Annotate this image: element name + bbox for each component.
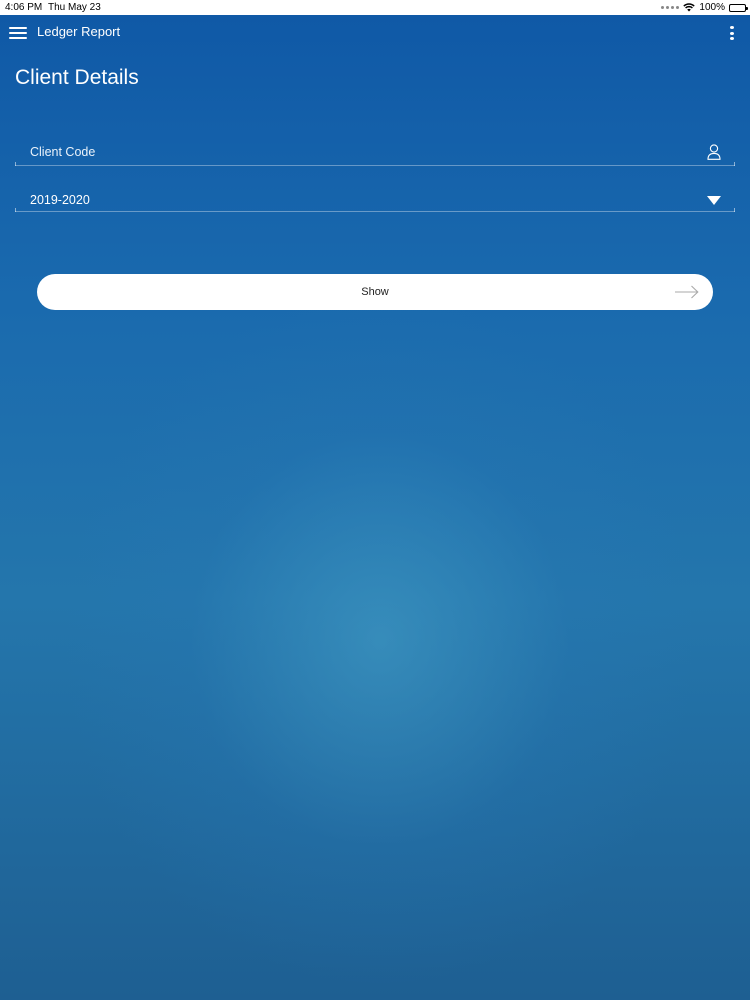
show-button-label: Show [361, 286, 389, 298]
status-bar: 4:06 PM Thu May 23 100% [0, 0, 750, 15]
client-code-field [15, 136, 735, 166]
app-bar: Ledger Report [0, 15, 750, 51]
app-title: Ledger Report [37, 24, 121, 39]
show-button[interactable]: Show [37, 274, 713, 310]
signal-dots-icon [661, 6, 680, 9]
battery-percent: 100% [699, 2, 725, 13]
arrow-right-icon [675, 285, 699, 299]
client-code-input[interactable] [30, 142, 690, 162]
page-title: Client Details [15, 66, 139, 89]
status-time: 4:06 PM [5, 2, 43, 13]
hamburger-menu-icon[interactable] [9, 26, 27, 40]
battery-icon [729, 3, 748, 12]
status-date: Thu May 23 [48, 2, 101, 13]
status-indicators: 100% [661, 0, 748, 15]
financial-year-value: 2019-2020 [30, 193, 90, 207]
user-icon [707, 144, 721, 160]
wifi-icon [683, 3, 696, 12]
dropdown-arrow-icon [707, 196, 721, 205]
more-vertical-icon[interactable] [730, 26, 734, 40]
financial-year-select[interactable]: 2019-2020 [15, 182, 735, 212]
